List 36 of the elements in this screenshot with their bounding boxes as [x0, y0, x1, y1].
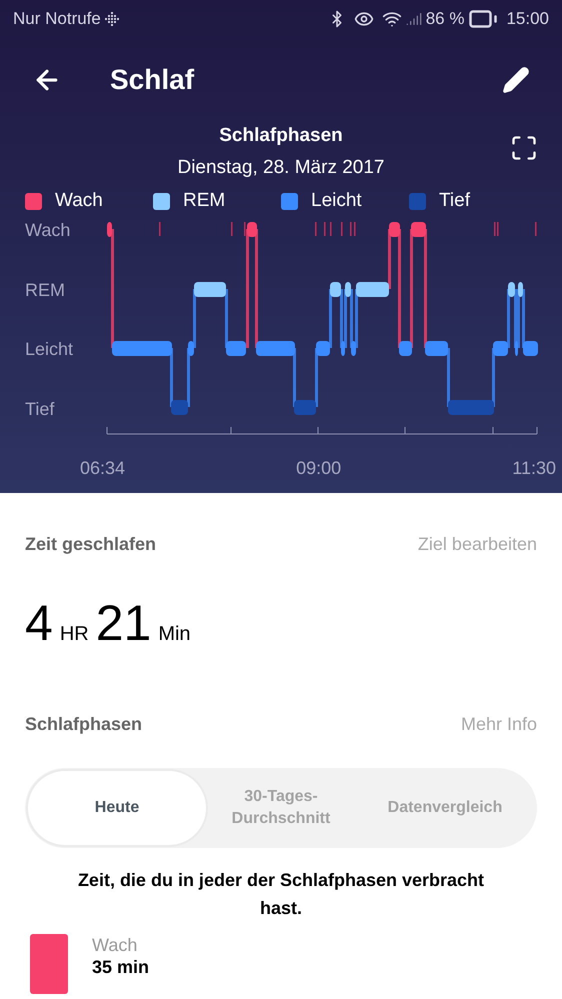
- time-axis-label: 09:00: [296, 457, 342, 480]
- legend-label: REM: [183, 188, 226, 213]
- hours-value: 4: [25, 594, 53, 653]
- edit-goal-link[interactable]: Ziel bearbeiten: [418, 531, 537, 558]
- phases-description: Zeit, die du in jeder der Schlafphasen verbracht hast.: [76, 869, 486, 920]
- section-label: Zeit geschlafen: [25, 533, 156, 556]
- period-tab[interactable]: Heute: [28, 771, 206, 845]
- fullscreen-button[interactable]: [510, 134, 538, 162]
- legend-label: Leicht: [311, 188, 362, 213]
- battery-percent: 86 %: [426, 8, 464, 30]
- carrier-text: Nur Notrufe: [13, 8, 101, 30]
- stage-duration: 35 min: [92, 956, 150, 978]
- stage-axis-label: Wach: [25, 219, 72, 242]
- cell-signal-icon: [406, 11, 422, 27]
- legend-label: Wach: [55, 188, 103, 213]
- more-info-link[interactable]: Mehr Info: [460, 711, 537, 738]
- section-label: Schlafphasen: [25, 713, 142, 736]
- period-tab[interactable]: 30-Tages-Durchschnitt: [206, 771, 356, 845]
- minutes-value: 21: [96, 594, 152, 653]
- fullscreen-icon: [510, 134, 538, 162]
- clock-time: 15:00: [506, 8, 549, 30]
- stage-name: Wach: [92, 934, 138, 956]
- minutes-unit: Min: [158, 622, 191, 647]
- legend-label: Tief: [439, 188, 470, 213]
- stage-axis-label: Tief: [25, 398, 56, 420]
- pencil-icon: [502, 66, 530, 94]
- page-title: Schlaf: [110, 63, 194, 97]
- time-axis-label: 11:30: [512, 457, 556, 480]
- time-axis-label: 06:34: [80, 457, 126, 480]
- stage-axis-label: Leicht: [25, 338, 74, 361]
- stage-axis-label: REM: [25, 278, 66, 302]
- chart-title: Schlafphasen: [219, 124, 343, 148]
- period-tab[interactable]: Datenvergleich: [356, 771, 534, 845]
- hours-unit: HR: [60, 622, 89, 647]
- signal-dots-icon: [104, 12, 119, 26]
- chart-date: Dienstag, 28. März 2017: [177, 156, 384, 180]
